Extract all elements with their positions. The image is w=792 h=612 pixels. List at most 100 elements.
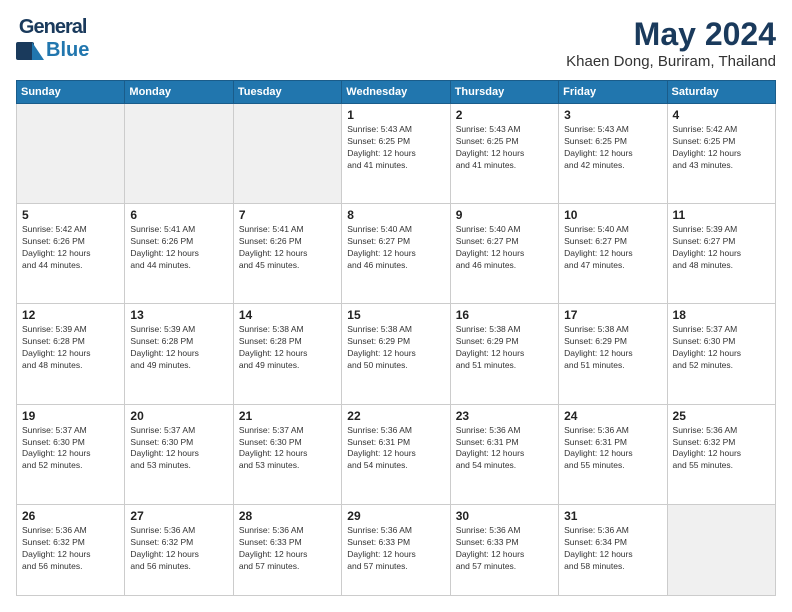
calendar-cell: 11 Sunrise: 5:39 AM Sunset: 6:27 PM Dayli… <box>667 204 775 304</box>
page: General Blue May 2024 Khaen Dong, Burira… <box>0 0 792 612</box>
calendar-cell: 18Sunrise: 5:37 AM Sunset: 6:30 PM Dayli… <box>667 304 775 404</box>
weekday-header-monday: Monday <box>125 81 233 104</box>
logo-blue: Blue <box>46 39 89 62</box>
calendar-cell: 5Sunrise: 5:42 AM Sunset: 6:26 PM Daylig… <box>17 204 125 304</box>
day-info: Sunrise: 5:36 AM Sunset: 6:31 PM Dayligh… <box>347 425 444 473</box>
day-number: 29 <box>347 509 444 523</box>
day-info: Sunrise: 5:37 AM Sunset: 6:30 PM Dayligh… <box>130 425 227 473</box>
day-info: Sunrise: 5:43 AM Sunset: 6:25 PM Dayligh… <box>347 124 444 172</box>
day-info: Sunrise: 5:38 AM Sunset: 6:28 PM Dayligh… <box>239 324 336 372</box>
day-info: Sunrise: 5:41 AM Sunset: 6:26 PM Dayligh… <box>130 224 227 272</box>
day-info: Sunrise: 5:39 AM Sunset: 6:28 PM Dayligh… <box>22 324 119 372</box>
day-info: Sunrise: 5:36 AM Sunset: 6:32 PM Dayligh… <box>130 525 227 573</box>
subtitle: Khaen Dong, Buriram, Thailand <box>566 53 776 70</box>
day-info: Sunrise: 5:40 AM Sunset: 6:27 PM Dayligh… <box>564 224 661 272</box>
calendar-cell: 3Sunrise: 5:43 AM Sunset: 6:25 PM Daylig… <box>559 104 667 204</box>
day-info: Sunrise: 5:43 AM Sunset: 6:25 PM Dayligh… <box>564 124 661 172</box>
week-row-1: 1 Sunrise: 5:43 AM Sunset: 6:25 PM Daylig… <box>17 104 776 204</box>
day-number: 19 <box>22 409 119 423</box>
calendar-cell: 13 Sunrise: 5:39 AM Sunset: 6:28 PM Dayli… <box>125 304 233 404</box>
day-number: 16 <box>456 308 553 322</box>
weekday-header-tuesday: Tuesday <box>233 81 341 104</box>
day-info: Sunrise: 5:38 AM Sunset: 6:29 PM Dayligh… <box>456 324 553 372</box>
weekday-header-saturday: Saturday <box>667 81 775 104</box>
logo: General Blue <box>16 16 89 64</box>
day-number: 23 <box>456 409 553 423</box>
day-info: Sunrise: 5:36 AM Sunset: 6:33 PM Dayligh… <box>239 525 336 573</box>
day-number: 11 <box>673 208 770 222</box>
day-info: Sunrise: 5:36 AM Sunset: 6:31 PM Dayligh… <box>456 425 553 473</box>
calendar-cell: 24Sunrise: 5:36 AM Sunset: 6:31 PM Dayli… <box>559 404 667 504</box>
calendar-cell: 30 Sunrise: 5:36 AM Sunset: 6:33 PM Dayli… <box>450 504 558 595</box>
calendar-table: SundayMondayTuesdayWednesdayThursdayFrid… <box>16 80 776 596</box>
day-info: Sunrise: 5:43 AM Sunset: 6:25 PM Dayligh… <box>456 124 553 172</box>
logo-general: General <box>19 16 86 39</box>
day-info: Sunrise: 5:36 AM Sunset: 6:33 PM Dayligh… <box>456 525 553 573</box>
day-info: Sunrise: 5:37 AM Sunset: 6:30 PM Dayligh… <box>22 425 119 473</box>
header: General Blue May 2024 Khaen Dong, Burira… <box>16 16 776 70</box>
logo-icon <box>16 42 44 60</box>
day-number: 30 <box>456 509 553 523</box>
day-info: Sunrise: 5:42 AM Sunset: 6:26 PM Dayligh… <box>22 224 119 272</box>
calendar-cell: 14 Sunrise: 5:38 AM Sunset: 6:28 PM Dayli… <box>233 304 341 404</box>
calendar-cell: 6Sunrise: 5:41 AM Sunset: 6:26 PM Daylig… <box>125 204 233 304</box>
day-number: 17 <box>564 308 661 322</box>
weekday-header-sunday: Sunday <box>17 81 125 104</box>
calendar-cell: 28Sunrise: 5:36 AM Sunset: 6:33 PM Dayli… <box>233 504 341 595</box>
calendar-cell: 7Sunrise: 5:41 AM Sunset: 6:26 PM Daylig… <box>233 204 341 304</box>
day-number: 8 <box>347 208 444 222</box>
week-row-5: 26 Sunrise: 5:36 AM Sunset: 6:32 PM Dayli… <box>17 504 776 595</box>
day-number: 12 <box>22 308 119 322</box>
calendar-cell <box>17 104 125 204</box>
day-info: Sunrise: 5:36 AM Sunset: 6:32 PM Dayligh… <box>22 525 119 573</box>
day-info: Sunrise: 5:36 AM Sunset: 6:32 PM Dayligh… <box>673 425 770 473</box>
calendar-cell: 22Sunrise: 5:36 AM Sunset: 6:31 PM Dayli… <box>342 404 450 504</box>
day-number: 20 <box>130 409 227 423</box>
calendar-cell: 25 Sunrise: 5:36 AM Sunset: 6:32 PM Dayli… <box>667 404 775 504</box>
calendar-cell: 29 Sunrise: 5:36 AM Sunset: 6:33 PM Dayli… <box>342 504 450 595</box>
day-number: 31 <box>564 509 661 523</box>
day-number: 15 <box>347 308 444 322</box>
day-info: Sunrise: 5:36 AM Sunset: 6:31 PM Dayligh… <box>564 425 661 473</box>
calendar-cell: 10 Sunrise: 5:40 AM Sunset: 6:27 PM Dayli… <box>559 204 667 304</box>
day-info: Sunrise: 5:40 AM Sunset: 6:27 PM Dayligh… <box>347 224 444 272</box>
day-number: 26 <box>22 509 119 523</box>
day-info: Sunrise: 5:40 AM Sunset: 6:27 PM Dayligh… <box>456 224 553 272</box>
day-number: 25 <box>673 409 770 423</box>
day-number: 2 <box>456 108 553 122</box>
day-info: Sunrise: 5:39 AM Sunset: 6:27 PM Dayligh… <box>673 224 770 272</box>
calendar-cell: 1 Sunrise: 5:43 AM Sunset: 6:25 PM Daylig… <box>342 104 450 204</box>
calendar-cell: 15 Sunrise: 5:38 AM Sunset: 6:29 PM Dayli… <box>342 304 450 404</box>
calendar-cell: 2 Sunrise: 5:43 AM Sunset: 6:25 PM Daylig… <box>450 104 558 204</box>
day-number: 14 <box>239 308 336 322</box>
weekday-header-row: SundayMondayTuesdayWednesdayThursdayFrid… <box>17 81 776 104</box>
week-row-2: 5Sunrise: 5:42 AM Sunset: 6:26 PM Daylig… <box>17 204 776 304</box>
day-info: Sunrise: 5:37 AM Sunset: 6:30 PM Dayligh… <box>673 324 770 372</box>
weekday-header-thursday: Thursday <box>450 81 558 104</box>
day-info: Sunrise: 5:36 AM Sunset: 6:33 PM Dayligh… <box>347 525 444 573</box>
calendar-cell: 26 Sunrise: 5:36 AM Sunset: 6:32 PM Dayli… <box>17 504 125 595</box>
day-info: Sunrise: 5:36 AM Sunset: 6:34 PM Dayligh… <box>564 525 661 573</box>
day-number: 21 <box>239 409 336 423</box>
title-block: May 2024 Khaen Dong, Buriram, Thailand <box>566 16 776 70</box>
calendar-cell <box>233 104 341 204</box>
day-info: Sunrise: 5:38 AM Sunset: 6:29 PM Dayligh… <box>347 324 444 372</box>
calendar-cell: 31 Sunrise: 5:36 AM Sunset: 6:34 PM Dayli… <box>559 504 667 595</box>
calendar-cell: 16 Sunrise: 5:38 AM Sunset: 6:29 PM Dayli… <box>450 304 558 404</box>
day-info: Sunrise: 5:39 AM Sunset: 6:28 PM Dayligh… <box>130 324 227 372</box>
calendar-cell: 20 Sunrise: 5:37 AM Sunset: 6:30 PM Dayli… <box>125 404 233 504</box>
calendar-cell: 4 Sunrise: 5:42 AM Sunset: 6:25 PM Daylig… <box>667 104 775 204</box>
day-number: 1 <box>347 108 444 122</box>
day-number: 10 <box>564 208 661 222</box>
day-info: Sunrise: 5:42 AM Sunset: 6:25 PM Dayligh… <box>673 124 770 172</box>
week-row-3: 12 Sunrise: 5:39 AM Sunset: 6:28 PM Dayli… <box>17 304 776 404</box>
weekday-header-friday: Friday <box>559 81 667 104</box>
day-number: 4 <box>673 108 770 122</box>
calendar-cell: 19 Sunrise: 5:37 AM Sunset: 6:30 PM Dayli… <box>17 404 125 504</box>
day-number: 7 <box>239 208 336 222</box>
main-title: May 2024 <box>566 16 776 53</box>
calendar-cell: 17Sunrise: 5:38 AM Sunset: 6:29 PM Dayli… <box>559 304 667 404</box>
calendar-cell: 23 Sunrise: 5:36 AM Sunset: 6:31 PM Dayli… <box>450 404 558 504</box>
day-number: 13 <box>130 308 227 322</box>
day-number: 9 <box>456 208 553 222</box>
